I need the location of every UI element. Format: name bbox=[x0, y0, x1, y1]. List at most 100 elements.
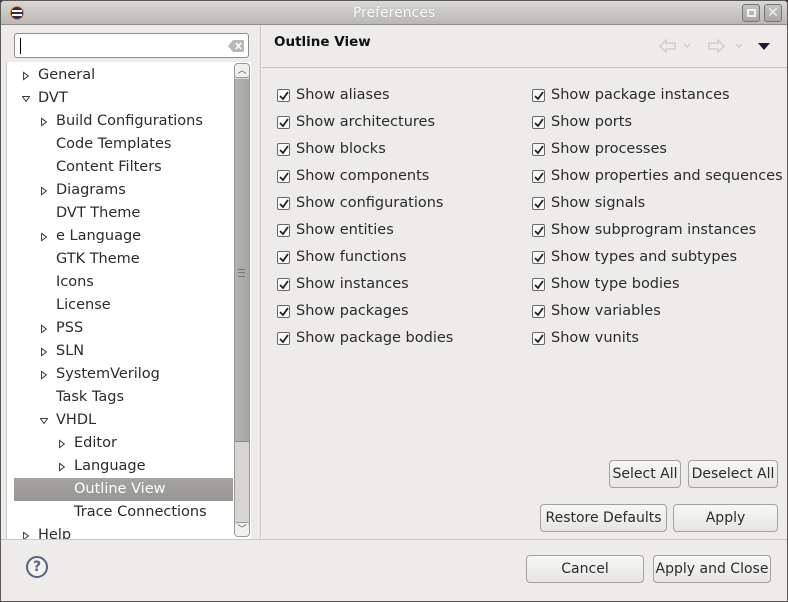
tree-item-sln[interactable]: SLN bbox=[7, 340, 233, 363]
filter-search-field[interactable] bbox=[14, 33, 249, 58]
scroll-down-button[interactable]: ﹀ bbox=[235, 522, 249, 536]
checkbox[interactable] bbox=[277, 197, 290, 210]
tree-item-trace-connections[interactable]: Trace Connections bbox=[7, 501, 233, 524]
collapsed-triangle-icon[interactable] bbox=[40, 324, 48, 334]
tree-item-content-filters[interactable]: Content Filters bbox=[7, 156, 233, 179]
checkmark-icon bbox=[279, 199, 289, 209]
tree-item-task-tags[interactable]: Task Tags bbox=[7, 386, 233, 409]
checkbox[interactable] bbox=[532, 143, 545, 156]
scroll-thumb[interactable] bbox=[235, 79, 249, 442]
tree-item-e-language[interactable]: e Language bbox=[7, 225, 233, 248]
expanded-triangle-icon[interactable] bbox=[40, 416, 48, 426]
checkbox[interactable] bbox=[277, 278, 290, 291]
panel-sash[interactable] bbox=[260, 26, 262, 538]
tree-item-label: Language bbox=[74, 458, 146, 474]
checkmark-icon bbox=[279, 226, 289, 236]
checkbox[interactable] bbox=[277, 305, 290, 318]
option-label: Show aliases bbox=[296, 87, 390, 103]
tree-item-language[interactable]: Language bbox=[7, 455, 233, 478]
preferences-tree: General DVT Build Configurations Code Templ… bbox=[6, 62, 251, 539]
collapsed-triangle-icon[interactable] bbox=[40, 347, 48, 357]
tree-item-label: Outline View bbox=[74, 481, 166, 497]
checkbox[interactable] bbox=[277, 332, 290, 345]
apply-button[interactable]: Apply bbox=[673, 504, 778, 532]
checkbox[interactable] bbox=[277, 89, 290, 102]
tree-item-label: SystemVerilog bbox=[56, 366, 160, 382]
checkmark-icon bbox=[534, 253, 544, 263]
option-label: Show architectures bbox=[296, 114, 436, 130]
checkbox[interactable] bbox=[532, 116, 545, 129]
checkmark-icon bbox=[534, 118, 544, 128]
tree-item-label: DVT Theme bbox=[56, 205, 141, 221]
tree-item-label: Editor bbox=[74, 435, 117, 451]
tree-item-dvt-theme[interactable]: DVT Theme bbox=[7, 202, 233, 225]
checkbox[interactable] bbox=[532, 332, 545, 345]
tree-item-build-configurations[interactable]: Build Configurations bbox=[7, 110, 233, 133]
checkbox[interactable] bbox=[532, 224, 545, 237]
back-arrow-icon[interactable] bbox=[659, 39, 677, 53]
forward-history-chevron-icon[interactable] bbox=[735, 43, 743, 49]
title-bar[interactable]: Preferences ✕ bbox=[1, 1, 787, 25]
filter-search-input[interactable] bbox=[19, 36, 219, 55]
collapsed-triangle-icon[interactable] bbox=[40, 232, 48, 242]
tree-item-pss[interactable]: PSS bbox=[7, 317, 233, 340]
apply-and-close-button[interactable]: Apply and Close bbox=[653, 555, 771, 583]
collapsed-triangle-icon[interactable] bbox=[40, 117, 48, 127]
expanded-triangle-icon[interactable] bbox=[22, 94, 30, 104]
checkbox[interactable] bbox=[277, 170, 290, 183]
tree-item-label: General bbox=[38, 67, 96, 83]
restore-defaults-button[interactable]: Restore Defaults bbox=[540, 504, 667, 532]
collapsed-triangle-icon[interactable] bbox=[22, 531, 30, 539]
tree-item-outline-view[interactable]: Outline View bbox=[14, 478, 233, 501]
checkbox[interactable] bbox=[532, 305, 545, 318]
option-label: Show types and subtypes bbox=[551, 249, 738, 265]
collapsed-triangle-icon[interactable] bbox=[58, 462, 66, 472]
checkbox[interactable] bbox=[277, 224, 290, 237]
tree-item-general[interactable]: General bbox=[7, 64, 233, 87]
tree-item-vhdl[interactable]: VHDL bbox=[7, 409, 233, 432]
tree-item-license[interactable]: License bbox=[7, 294, 233, 317]
tree-item-label: Diagrams bbox=[56, 182, 126, 198]
tree-item-editor[interactable]: Editor bbox=[7, 432, 233, 455]
tree-item-label: Task Tags bbox=[56, 389, 125, 405]
maximize-button[interactable] bbox=[742, 4, 760, 22]
tree-vertical-scrollbar[interactable]: ︿ ﹀ bbox=[234, 63, 250, 537]
back-history-chevron-icon[interactable] bbox=[683, 43, 691, 49]
tree-item-systemverilog[interactable]: SystemVerilog bbox=[7, 363, 233, 386]
checkbox[interactable] bbox=[277, 116, 290, 129]
collapsed-triangle-icon[interactable] bbox=[22, 71, 30, 81]
checkbox[interactable] bbox=[532, 278, 545, 291]
checkbox[interactable] bbox=[532, 170, 545, 183]
select-all-button[interactable]: Select All bbox=[609, 460, 681, 488]
tree-item-dvt[interactable]: DVT bbox=[7, 87, 233, 110]
tree-item-label: Trace Connections bbox=[74, 504, 207, 520]
tree-item-icons[interactable]: Icons bbox=[7, 271, 233, 294]
checkbox[interactable] bbox=[532, 197, 545, 210]
tree-item-help[interactable]: Help bbox=[7, 524, 233, 539]
clear-search-icon[interactable] bbox=[228, 40, 244, 52]
checkbox[interactable] bbox=[277, 251, 290, 264]
tree-item-diagrams[interactable]: Diagrams bbox=[7, 179, 233, 202]
checkmark-icon bbox=[534, 334, 544, 344]
help-icon[interactable]: ? bbox=[26, 556, 48, 578]
forward-arrow-icon[interactable] bbox=[707, 39, 725, 53]
tree-item-code-templates[interactable]: Code Templates bbox=[7, 133, 233, 156]
checkmark-icon bbox=[279, 91, 289, 101]
cancel-button[interactable]: Cancel bbox=[526, 555, 644, 583]
collapsed-triangle-icon[interactable] bbox=[58, 439, 66, 449]
view-menu-triangle-icon[interactable] bbox=[758, 43, 770, 50]
checkbox[interactable] bbox=[532, 251, 545, 264]
scroll-up-button[interactable]: ︿ bbox=[235, 64, 249, 78]
collapsed-triangle-icon[interactable] bbox=[40, 370, 48, 380]
checkbox[interactable] bbox=[277, 143, 290, 156]
checkmark-icon bbox=[279, 334, 289, 344]
tree-item-label: Content Filters bbox=[56, 159, 162, 175]
tree-item-gtk-theme[interactable]: GTK Theme bbox=[7, 248, 233, 271]
close-button[interactable]: ✕ bbox=[764, 4, 782, 22]
footer-separator bbox=[1, 539, 787, 540]
collapsed-triangle-icon[interactable] bbox=[40, 186, 48, 196]
deselect-all-button[interactable]: Deselect All bbox=[688, 460, 778, 488]
title-separator bbox=[262, 67, 787, 68]
option-label: Show package instances bbox=[551, 87, 730, 103]
checkbox[interactable] bbox=[532, 89, 545, 102]
